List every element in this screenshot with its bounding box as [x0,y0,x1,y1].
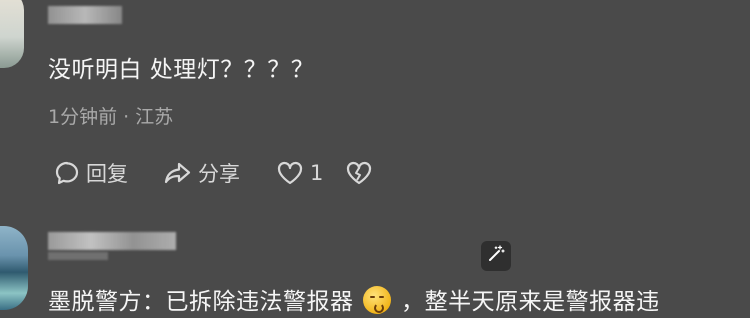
blurred-username[interactable] [48,6,122,24]
blurred-username[interactable] [48,232,176,250]
like-count: 1 [310,161,324,185]
blurred-username-detail [48,252,108,260]
dislike-button[interactable] [345,160,373,186]
avatar[interactable] [0,0,24,68]
heart-icon [276,160,304,186]
broken-heart-icon [345,160,373,186]
comment-meta: 1分钟前 · 江苏 [48,106,174,128]
reply-label: 回复 [86,162,128,186]
magic-wand-icon [487,245,505,267]
share-button[interactable]: 分享 [156,158,240,188]
share-arrow-icon [162,160,192,186]
share-label: 分享 [198,162,240,186]
like-button[interactable]: 1 [270,160,323,186]
comment-text-start: 墨脱警方：已拆除违法警报器 [48,289,354,315]
comment-text: 墨脱警方：已拆除违法警报器 ，整半天原来是警报器违 [48,282,660,316]
avatar[interactable] [0,226,28,310]
sleepy-face-emoji-icon [363,286,392,314]
comment-text-end: ，整半天原来是警报器违 [401,289,660,315]
comment-actions: 回复 分享 1 [48,158,373,188]
comment-text: 没听明白 处理灯？？？？ [48,57,315,83]
magic-wand-button[interactable] [481,241,511,271]
speech-bubble-icon [54,160,80,186]
reply-button[interactable]: 回复 [48,158,128,188]
